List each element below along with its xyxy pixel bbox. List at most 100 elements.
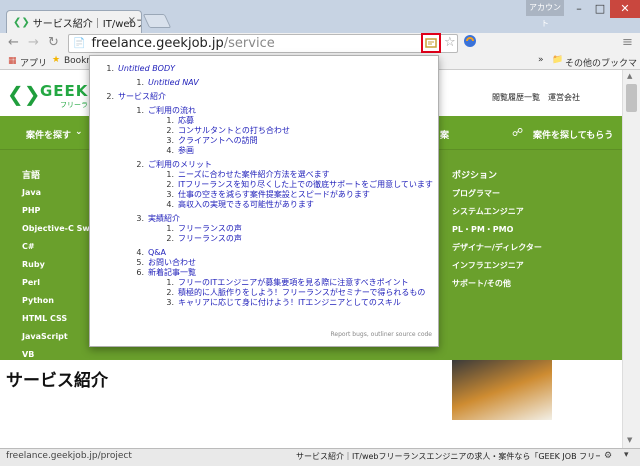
nav-fragment[interactable]: 案 [440,128,449,141]
back-icon[interactable]: ← [8,35,19,50]
outline-item-label[interactable]: ニーズに合わせた案件紹介方法を選べます [178,170,330,179]
outline-item[interactable]: 6. 新着記事一覧 [132,268,196,278]
active-tab[interactable]: ❮❯ サービス紹介｜IT/webフリ × [6,10,142,33]
outline-item-label[interactable]: Untitled BODY [118,64,175,73]
lang-link[interactable]: Perl [22,278,40,287]
outline-item[interactable]: 1. Untitled NAV [132,78,199,88]
position-link[interactable]: デザイナー/ディレクター [452,242,542,253]
menu-icon[interactable]: ≡ [622,35,633,50]
outline-item-number: 4. [166,200,174,209]
scroll-icon[interactable]: ⚙ [604,451,612,461]
bookmark-apps[interactable]: アプリ [20,56,47,69]
outline-item-label[interactable]: Untitled NAV [148,78,199,87]
outline-item-label[interactable]: 高収入の実現できる可能性があります [178,200,314,209]
outline-item[interactable]: 2. サービス紹介 [102,92,166,102]
page-scrollbar[interactable]: ▲ ▼ [622,70,640,448]
position-link[interactable]: インフラエンジニア [452,260,524,271]
outline-item[interactable]: 5. お問い合わせ [132,258,196,268]
outline-item-label[interactable]: 新着記事一覧 [148,268,196,277]
lang-link[interactable]: Python [22,296,54,305]
outline-item-number: 2. [136,160,144,169]
lang-link[interactable]: C# [22,242,35,251]
outline-item-label[interactable]: 積極的に人脈作りをしよう！フリーランスがセミナーで得られるもの [178,288,425,297]
scroll-up-icon[interactable]: ▲ [627,72,632,80]
outline-item-label[interactable]: フリーのITエンジニアが募集要項を見る際に注意すべきポイント [178,278,409,287]
position-link[interactable]: プログラマー [452,188,500,199]
lang-link[interactable]: VB [22,350,34,359]
outline-item[interactable]: 2. ITフリーランスを知り尽くした上での徹底サポートをご用意しています [162,180,433,190]
tab-close-icon[interactable]: × [128,15,136,26]
outline-item[interactable]: 1. ニーズに合わせた案件紹介方法を選べます [162,170,330,180]
maximize-icon[interactable]: □ [590,0,610,18]
extension-icon[interactable] [463,34,477,52]
outline-footer-links[interactable]: Report bugs, outliner source code [331,331,433,338]
outline-item-label[interactable]: Q&A [148,248,166,257]
minimize-icon[interactable]: – [568,0,590,18]
outline-item-label[interactable]: キャリアに応じて身に付けよう！ITエンジニアとしてのスキル [178,298,401,307]
outline-item-label[interactable]: フリーランスの声 [178,224,242,233]
outline-item[interactable]: 2. ご利用のメリット [132,160,212,170]
position-link[interactable]: システムエンジニア [452,206,524,217]
outline-item[interactable]: 3. キャリアに応じて身に付けよう！ITエンジニアとしてのスキル [162,298,401,308]
outline-item-number: 1. [136,78,144,87]
outline-item-label[interactable]: 実績紹介 [148,214,180,223]
outline-item-label[interactable]: コンサルタントとの打ち合わせ [178,126,290,135]
outline-item[interactable]: 1. 応募 [162,116,194,126]
scroll-down-icon[interactable]: ▼ [627,436,632,444]
outline-item[interactable]: 1. フリーランスの声 [162,224,242,234]
logo-mark-icon[interactable]: ❮❯ [7,82,41,106]
tab-title: サービス紹介｜IT/webフリ [32,18,141,30]
outline-item-label[interactable]: ご利用のメリット [148,160,212,169]
outline-item[interactable]: 2. フリーランスの声 [162,234,242,244]
nav-search-jobs[interactable]: 案件を探す [26,128,71,141]
lang-link[interactable]: Java [22,188,41,197]
outline-item-label[interactable]: フリーランスの声 [178,234,242,243]
outline-item[interactable]: 3. 実績紹介 [132,214,180,224]
folder-icon: 📁 [552,55,564,65]
history-link[interactable]: 閲覧履歴一覧 [492,92,540,103]
lang-link[interactable]: Ruby [22,260,45,269]
outline-item-number: 2. [166,288,174,297]
outline-item-label[interactable]: 応募 [178,116,194,125]
outline-item[interactable]: 4. 高収入の実現できる可能性があります [162,200,314,210]
position-link[interactable]: PL・PM・PMO [452,224,513,235]
outline-item-label[interactable]: 参画 [178,146,194,155]
address-bar[interactable]: 📄 freelance.geekjob.jp/service [68,34,458,53]
outline-item[interactable]: 2. コンサルタントとの打ち合わせ [162,126,290,136]
nav-request-jobs[interactable]: 案件を探してもらう [533,128,613,141]
bookmarks-overflow[interactable]: » [538,55,544,65]
site-logo[interactable]: GEEK [40,82,88,100]
url-host: freelance.geekjob.jp [91,36,224,51]
outline-item[interactable]: 4. 参画 [162,146,194,156]
outline-item[interactable]: 3. クライアントへの訪問 [162,136,258,146]
outline-item[interactable]: 3. 仕事の空きを減らす案件提案設とスピードがあります [162,190,370,200]
position-link[interactable]: サポート/その他 [452,278,511,289]
outline-item-label[interactable]: サービス紹介 [118,92,166,101]
outline-item[interactable]: 2. 積極的に人脈作りをしよう！フリーランスがセミナーで得られるもの [162,288,425,298]
outline-item-number: 2. [106,92,114,101]
outline-item[interactable]: 1. フリーのITエンジニアが募集要項を見る際に注意すべきポイント [162,278,409,288]
outline-item-label[interactable]: 仕事の空きを減らす案件提案設とスピードがあります [178,190,370,199]
page-info-icon[interactable]: 📄 [73,38,85,49]
apps-grid-icon[interactable]: ▦ [8,56,17,66]
outline-item-label[interactable]: クライアントへの訪問 [178,136,258,145]
star-bookmark-icon[interactable]: ☆ [444,35,456,50]
lang-link[interactable]: HTML CSS [22,314,67,323]
outline-item[interactable]: 4. Q&A [132,248,166,258]
company-link[interactable]: 運営会社 [548,92,580,103]
lang-link[interactable]: JavaScript [22,332,68,341]
outline-item[interactable]: 1. Untitled BODY [102,64,175,74]
outline-item[interactable]: 1. ご利用の流れ [132,106,196,116]
lang-link[interactable]: PHP [22,206,40,215]
outliner-extension-icon[interactable] [421,33,441,53]
new-tab-button[interactable] [142,14,172,28]
reload-icon[interactable]: ↻ [48,35,59,50]
scroll-thumb[interactable] [626,84,637,112]
menu-more-icon[interactable]: ▾ [624,450,629,460]
outline-item-label[interactable]: ご利用の流れ [148,106,196,115]
outline-item-label[interactable]: ITフリーランスを知り尽くした上での徹底サポートをご用意しています [178,180,433,189]
outline-item-label[interactable]: お問い合わせ [148,258,196,267]
forward-icon[interactable]: → [28,35,39,50]
close-window-icon[interactable]: ✕ [610,0,640,18]
account-button[interactable]: アカウント [526,0,564,28]
